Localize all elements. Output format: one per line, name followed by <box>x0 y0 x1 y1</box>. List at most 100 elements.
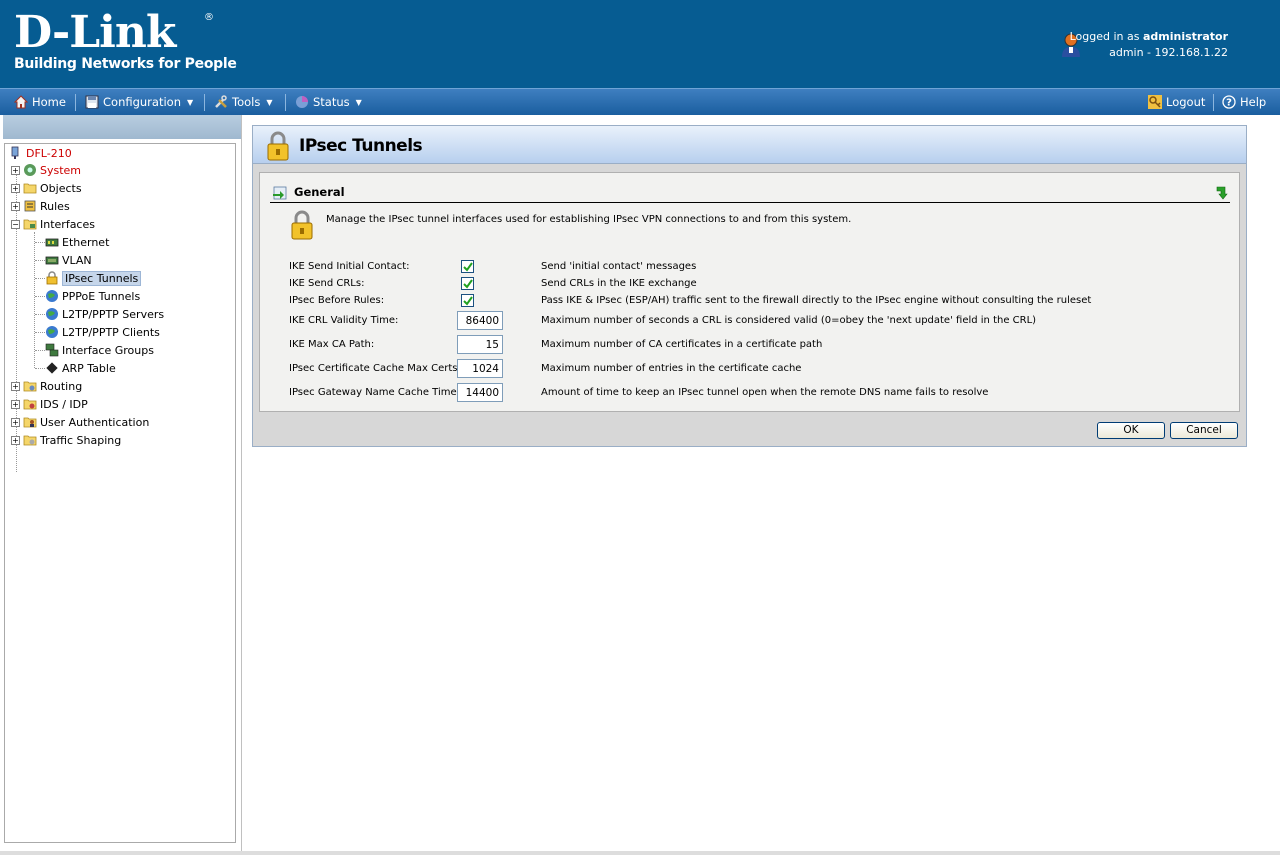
ipsec-before-rules-checkbox[interactable] <box>461 294 474 307</box>
tree-item-ethernet[interactable]: Ethernet <box>45 233 109 251</box>
tree-item-pppoe-tunnels[interactable]: PPPoE Tunnels <box>45 287 140 305</box>
navigation-panel: DFL-210 + System + Objects + Rules − Int… <box>0 115 242 851</box>
tree-line <box>35 368 45 369</box>
checkmark-icon <box>463 279 473 289</box>
tree-item-user-authentication[interactable]: + User Authentication <box>11 413 149 431</box>
tree-line <box>35 278 45 279</box>
tree-item-ipsec-tunnels[interactable]: IPsec Tunnels <box>45 269 142 287</box>
section-title: General <box>294 185 345 199</box>
setting-label: IKE Send Initial Contact: <box>289 261 410 272</box>
tree-item-l2tp-clients[interactable]: L2TP/PPTP Clients <box>45 323 160 341</box>
floppy-disk-icon <box>85 95 99 109</box>
setting-description: Pass IKE & IPsec (ESP/AH) traffic sent t… <box>541 295 1092 306</box>
interface-group-icon <box>45 343 59 357</box>
setting-description: Maximum number of entries in the certifi… <box>541 363 802 374</box>
tree-item-interface-groups[interactable]: Interface Groups <box>45 341 154 359</box>
tree-item-label: Traffic Shaping <box>40 433 122 447</box>
menu-help[interactable]: ? Help <box>1222 95 1266 109</box>
routing-folder-icon <box>23 381 37 392</box>
lock-icon <box>291 210 313 240</box>
tree-item-traffic-shaping[interactable]: + Traffic Shaping <box>11 431 121 449</box>
page-titlebar: IPsec Tunnels <box>253 126 1246 164</box>
expand-plus-icon[interactable]: + <box>11 183 20 193</box>
tree-item-label: L2TP/PPTP Servers <box>62 307 165 321</box>
setting-ipsec-before-rules: IPsec Before Rules: Pass IKE & IPsec (ES… <box>289 293 1229 309</box>
help-icon: ? <box>1222 95 1236 109</box>
tree-line <box>35 314 45 315</box>
tree-item-label: User Authentication <box>40 415 150 429</box>
menu-configuration[interactable]: Configuration ▼ <box>85 95 193 109</box>
ike-send-initial-contact-checkbox[interactable] <box>461 260 474 273</box>
tree-item-rules[interactable]: + Rules <box>11 197 70 215</box>
setting-label: IKE Send CRLs: <box>289 278 365 289</box>
collapse-minus-icon[interactable]: − <box>11 219 20 229</box>
menu-home[interactable]: Home <box>14 95 66 109</box>
vlan-icon <box>45 256 59 265</box>
dlink-logo: D-Link ® Building Networks for People <box>14 10 237 73</box>
ike-send-crls-checkbox[interactable] <box>461 277 474 290</box>
expand-plus-icon[interactable]: + <box>11 399 20 409</box>
home-icon <box>14 95 28 109</box>
setting-ike-send-crls: IKE Send CRLs: Send CRLs in the IKE exch… <box>289 276 1229 292</box>
expand-plus-icon[interactable]: + <box>11 381 20 391</box>
ok-button[interactable]: OK <box>1097 422 1165 439</box>
logo-tagline: Building Networks for People <box>14 56 237 72</box>
tree-item-vlan[interactable]: VLAN <box>45 251 92 269</box>
menu-logout[interactable]: Logout <box>1148 95 1205 109</box>
globe-icon <box>46 326 58 338</box>
tools-icon <box>215 95 227 108</box>
setting-label: IKE Max CA Path: <box>289 339 375 350</box>
checkmark-icon <box>463 262 473 272</box>
section-arrow-icon <box>273 186 287 200</box>
tree-item-l2tp-servers[interactable]: L2TP/PPTP Servers <box>45 305 164 323</box>
expand-plus-icon[interactable]: + <box>11 165 20 175</box>
tree-item-objects[interactable]: + Objects <box>11 179 82 197</box>
user-info: Logged in as administrator admin - 192.1… <box>1070 29 1228 61</box>
menu-status-label: Status <box>313 95 350 109</box>
chevron-down-icon: ▼ <box>355 97 362 107</box>
gear-icon <box>24 164 36 176</box>
user-auth-folder-icon <box>23 417 37 428</box>
cancel-button[interactable]: Cancel <box>1170 422 1238 439</box>
svg-text:?: ? <box>1226 98 1232 109</box>
menu-tools[interactable]: Tools ▼ <box>214 95 273 109</box>
ike-crl-validity-time-input[interactable] <box>457 311 503 330</box>
menu-status[interactable]: Status ▼ <box>295 95 362 109</box>
tree-item-system[interactable]: + System <box>11 161 81 179</box>
expand-plus-icon[interactable]: + <box>11 435 20 445</box>
tree-item-label: Interface Groups <box>62 343 154 357</box>
tree-item-label-selected: IPsec Tunnels <box>62 270 142 286</box>
tree-item-interfaces[interactable]: − Interfaces <box>11 215 95 233</box>
setting-ike-max-ca-path: IKE Max CA Path: Maximum number of CA ce… <box>289 335 1229 354</box>
lock-icon <box>46 271 58 285</box>
lock-icon <box>267 131 289 161</box>
tree-item-routing[interactable]: + Routing <box>11 377 82 395</box>
ipsec-gateway-name-cache-time-input[interactable] <box>457 383 503 402</box>
tree-item-ids-idp[interactable]: + IDS / IDP <box>11 395 88 413</box>
checkmark-icon <box>463 296 473 306</box>
logo-registered-mark: ® <box>204 12 214 23</box>
tree-item-label: L2TP/PPTP Clients <box>62 325 160 339</box>
menu-separator <box>285 94 286 111</box>
expand-plus-icon[interactable]: + <box>11 417 20 427</box>
chevron-down-icon: ▼ <box>266 97 273 107</box>
ike-max-ca-path-input[interactable] <box>457 335 503 354</box>
tree-item-label: ARP Table <box>62 361 116 375</box>
tree-item-arp-table[interactable]: ARP Table <box>45 359 116 377</box>
expand-plus-icon[interactable]: + <box>11 201 20 211</box>
logged-in-prefix: Logged in as <box>1069 30 1143 43</box>
menu-tools-label: Tools <box>232 95 261 109</box>
header: D-Link ® Building Networks for People Lo… <box>0 0 1280 88</box>
session-info: admin - 192.168.1.22 <box>1109 46 1228 59</box>
setting-label: IKE CRL Validity Time: <box>289 315 399 326</box>
tree-root-dfl-210[interactable]: DFL-210 <box>9 144 72 162</box>
refresh-icon[interactable] <box>1214 184 1228 200</box>
globe-icon <box>46 290 58 302</box>
menu-separator <box>1213 94 1214 111</box>
ethernet-icon <box>45 238 59 247</box>
menu-configuration-label: Configuration <box>103 95 181 109</box>
ipsec-cert-cache-max-certs-input[interactable] <box>457 359 503 378</box>
rules-icon <box>24 200 36 212</box>
tree-line <box>35 242 45 243</box>
arp-chip-icon <box>46 362 58 374</box>
